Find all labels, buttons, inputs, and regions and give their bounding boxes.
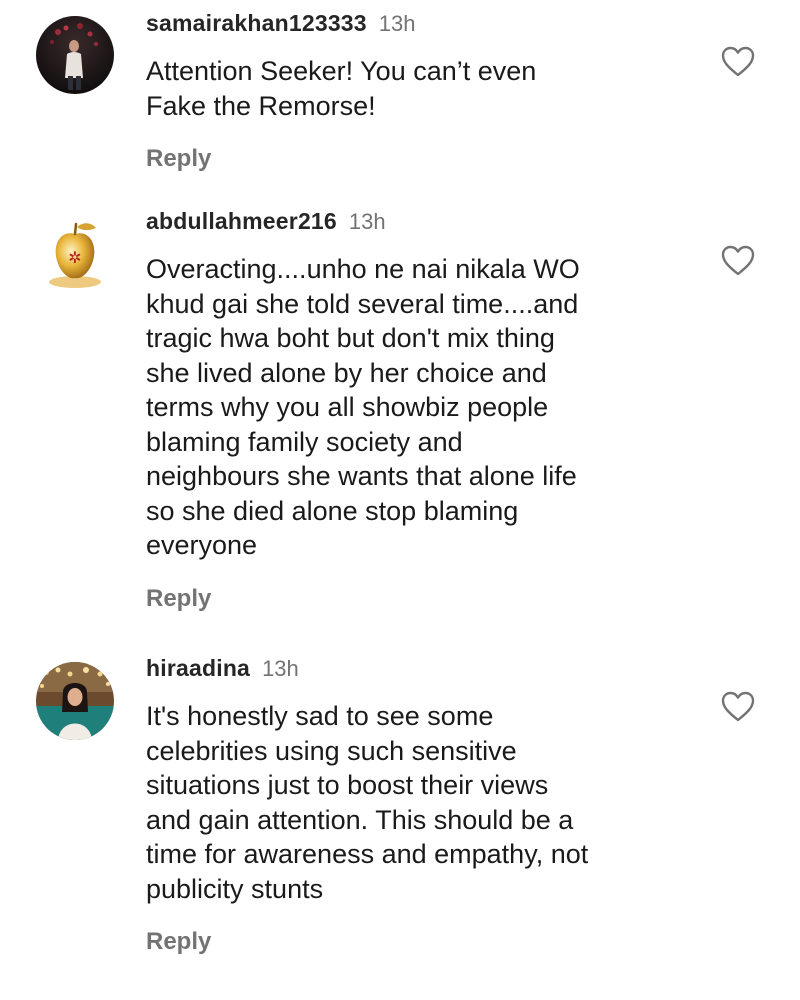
reply-button[interactable]: Reply: [146, 145, 211, 173]
profile-photo-icon: [36, 16, 114, 94]
svg-text:✲: ✲: [68, 248, 81, 267]
avatar[interactable]: ✲: [36, 216, 114, 294]
avatar[interactable]: [36, 16, 114, 94]
timestamp: 13h: [262, 656, 299, 681]
username[interactable]: samairakhan123333: [146, 10, 367, 37]
reply-button[interactable]: Reply: [146, 585, 211, 613]
timestamp: 13h: [378, 11, 416, 36]
profile-photo-icon: [36, 662, 114, 740]
comment-text: It's honestly sad to see some celebritie…: [146, 701, 589, 904]
timestamp: 13h: [348, 209, 386, 234]
heart-outline-icon: [721, 245, 755, 276]
username[interactable]: hiraadina: [146, 655, 250, 682]
reply-button[interactable]: Reply: [146, 928, 211, 956]
comment-text: Attention Seeker! You can’t even Fake th…: [146, 56, 537, 121]
like-button[interactable]: [720, 44, 756, 80]
golden-apple-emblem-icon: ✲: [36, 216, 114, 294]
like-button[interactable]: [720, 243, 756, 279]
username[interactable]: abdullahmeer216: [146, 208, 337, 235]
comment-text: Overacting....unho ne nai nikala WO khud…: [146, 254, 580, 560]
heart-outline-icon: [721, 46, 755, 77]
avatar[interactable]: [36, 662, 114, 740]
heart-outline-icon: [721, 691, 755, 722]
like-button[interactable]: [720, 689, 756, 725]
